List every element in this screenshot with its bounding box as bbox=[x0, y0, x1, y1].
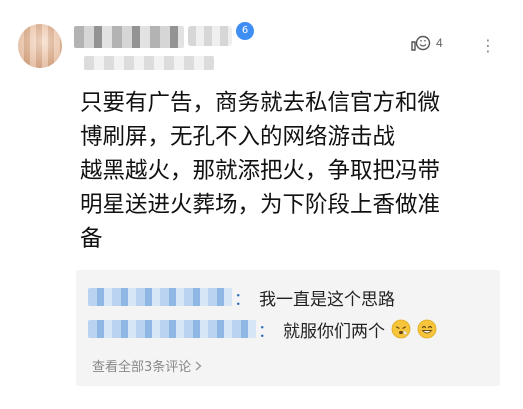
comment-text-line: 博刷屏，无孔不入的网络游击战 bbox=[80, 124, 396, 150]
more-options-button[interactable]: ⋮ bbox=[480, 36, 497, 55]
reply-text: 就服你们两个 bbox=[283, 321, 385, 342]
chevron-right-icon bbox=[195, 360, 202, 371]
comment-text-line: 只要有广告，商务就去私信官方和微 bbox=[80, 90, 441, 116]
level-badge: 6 bbox=[236, 22, 254, 40]
avatar-blur bbox=[18, 24, 62, 68]
comment-text: 只要有广告，商务就去私信官方和微 博刷屏，无孔不入的网络游击战 越黑越火，那就添… bbox=[80, 86, 490, 256]
avatar[interactable] bbox=[18, 24, 62, 68]
reply-colon: ： bbox=[258, 321, 275, 342]
grin-face-icon bbox=[417, 319, 437, 339]
reply-username-redacted[interactable] bbox=[88, 320, 256, 338]
comment-text-line: 明星送进火葬场，为下阶段上香做准 bbox=[80, 192, 441, 218]
emoji-like-icon bbox=[411, 35, 431, 51]
reply-item[interactable]: ： 就服你们两个 bbox=[88, 316, 437, 342]
view-all-replies-link[interactable]: 查看全部3条评论 bbox=[92, 356, 202, 375]
sneeze-face-icon bbox=[391, 319, 411, 339]
username-redacted[interactable] bbox=[74, 26, 184, 48]
reply-item[interactable]: ： 我一直是这个思路 bbox=[88, 284, 395, 310]
view-all-replies-label: 查看全部3条评论 bbox=[92, 360, 192, 375]
reply-text: 我一直是这个思路 bbox=[259, 289, 395, 310]
reply-colon: ： bbox=[234, 289, 251, 310]
comment-text-line: 备 bbox=[80, 226, 103, 252]
comment-meta-redacted bbox=[84, 56, 214, 70]
like-button[interactable]: 4 bbox=[410, 34, 443, 52]
comment-text-line: 越黑越火，那就添把火，争取把冯带 bbox=[80, 158, 441, 184]
reply-username-redacted[interactable] bbox=[88, 288, 232, 306]
comment-card: 6 4 ⋮ 只要有广告，商务就去私信官方和微 博刷屏，无孔不入的网络游击战 越黑… bbox=[0, 0, 523, 409]
reply-preview-box[interactable]: ： 我一直是这个思路 ： 就服你们两个 查看全部3条评论 bbox=[76, 270, 500, 386]
user-badge-redacted bbox=[188, 26, 232, 46]
like-count: 4 bbox=[436, 36, 443, 50]
